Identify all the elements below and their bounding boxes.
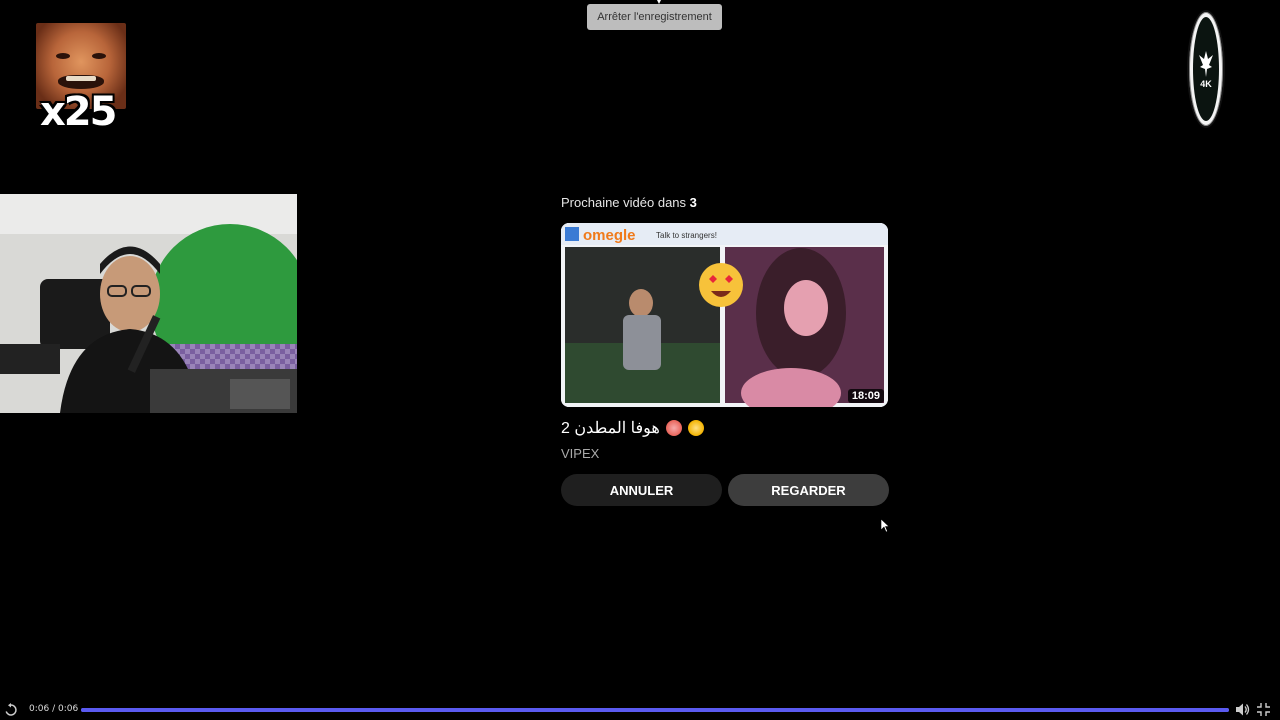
playback-time: 0:06 / 0:06 — [29, 704, 79, 714]
thumbnail-tagline: Talk to strangers! — [656, 231, 717, 240]
video-duration: 18:09 — [847, 389, 884, 403]
angry-face-icon — [665, 420, 682, 436]
channel-name[interactable]: VIPEX — [561, 446, 599, 461]
webcam-image — [0, 194, 297, 413]
webcam-feed — [0, 194, 297, 413]
countdown-value: 3 — [689, 195, 697, 210]
video-title: هوفا المطدن 2 — [561, 420, 660, 437]
progress-fill — [81, 708, 1229, 712]
mouse-cursor-icon — [657, 0, 661, 4]
progress-bar[interactable] — [81, 708, 1229, 712]
video-thumbnail[interactable]: omegle Talk to strangers! 18:09 — [561, 223, 888, 407]
cancel-button[interactable]: ANNULER — [561, 474, 722, 506]
video-title-row: هوفا المطدن 2 — [561, 418, 704, 438]
logo-text: 4K — [1200, 79, 1212, 89]
player-controls: 0:06 / 0:06 — [0, 700, 1280, 720]
grinning-face-icon — [687, 420, 704, 436]
countdown-label: Prochaine vidéo dans 3 — [561, 195, 697, 210]
emote-multiplier: x25 — [40, 89, 117, 135]
phoenix-icon — [1199, 51, 1213, 77]
watch-button[interactable]: REGARDER — [728, 474, 889, 506]
channel-logo: 4K — [1187, 10, 1225, 128]
thumbnail-header: omegle — [583, 227, 636, 244]
emote-overlay: x25 — [36, 23, 126, 135]
stop-recording-button[interactable]: Arrêter l'enregistrement — [587, 4, 722, 30]
exit-fullscreen-icon[interactable] — [1257, 703, 1270, 716]
replay-icon[interactable] — [4, 703, 18, 717]
thumbnail-image: omegle Talk to strangers! — [561, 223, 888, 407]
mouse-pointer-icon — [881, 519, 889, 532]
volume-icon[interactable] — [1235, 702, 1250, 717]
